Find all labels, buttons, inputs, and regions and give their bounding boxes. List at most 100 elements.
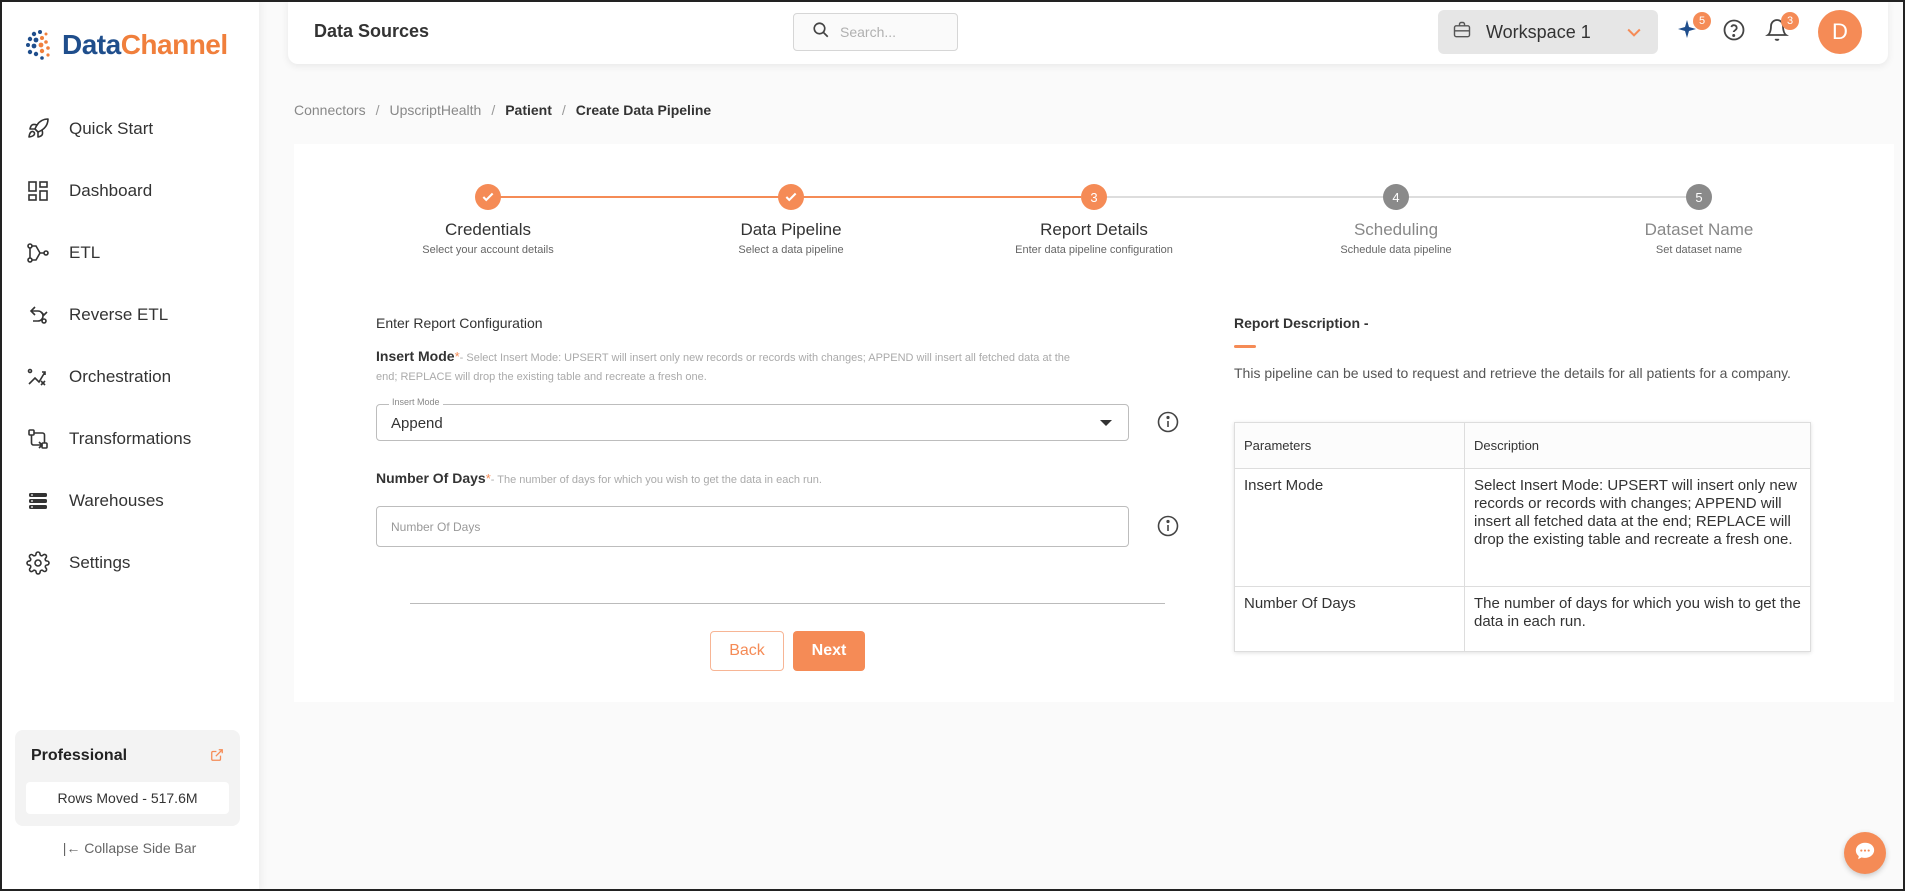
step-subtitle: Set dataset name bbox=[1655, 244, 1743, 256]
sidebar-item-transformations[interactable]: Transformations bbox=[0, 408, 259, 470]
step-title: Dataset Name bbox=[1644, 220, 1754, 239]
title-accent bbox=[1234, 345, 1256, 348]
notification-badge: 3 bbox=[1781, 12, 1799, 30]
insert-mode-float-label: Insert Mode bbox=[389, 397, 443, 407]
collapse-icon: |← bbox=[62, 840, 81, 856]
report-description-text: This pipeline can be used to request and… bbox=[1234, 365, 1791, 381]
sidebar-item-label: Settings bbox=[69, 553, 131, 572]
ai-badge: 5 bbox=[1693, 12, 1711, 30]
sidebar-item-etl[interactable]: ETL bbox=[0, 222, 259, 284]
step-title: Scheduling bbox=[1353, 220, 1439, 239]
sidebar-item-settings[interactable]: Settings bbox=[0, 532, 259, 594]
external-link-icon[interactable] bbox=[210, 748, 224, 767]
etl-icon bbox=[25, 240, 51, 266]
chat-button[interactable] bbox=[1844, 832, 1886, 874]
sidebar-item-label: ETL bbox=[69, 243, 101, 262]
table-cell: Number Of Days bbox=[1234, 586, 1465, 652]
sidebar-item-reverse-etl[interactable]: Reverse ETL bbox=[0, 284, 259, 346]
warehouses-icon bbox=[25, 488, 51, 514]
breadcrumb-separator: / bbox=[375, 102, 380, 118]
logo-mark-icon bbox=[24, 28, 58, 62]
breadcrumb: Connectors / UpscriptHealth / Patient / … bbox=[294, 102, 711, 118]
step-dataset-name: 5 Dataset Name Set dataset name bbox=[1549, 184, 1849, 256]
datachannel-logo[interactable]: DataChannel bbox=[24, 28, 228, 62]
step-number: 4 bbox=[1383, 184, 1409, 210]
step-subtitle: Enter data pipeline configuration bbox=[1015, 244, 1173, 256]
step-number: 3 bbox=[1081, 184, 1107, 210]
breadcrumb-separator: / bbox=[491, 102, 496, 118]
table-cell: The number of days for which you wish to… bbox=[1464, 586, 1811, 652]
search-box[interactable] bbox=[793, 13, 958, 51]
dashboard-icon bbox=[25, 178, 51, 204]
section-title: Enter Report Configuration bbox=[376, 315, 543, 331]
gear-icon bbox=[25, 550, 51, 576]
workspace-label: Workspace 1 bbox=[1486, 21, 1591, 42]
step-report-details[interactable]: 3 Report Details Enter data pipeline con… bbox=[944, 184, 1244, 256]
breadcrumb-connectors[interactable]: Connectors bbox=[294, 102, 366, 118]
insert-mode-select[interactable]: Insert Mode Append bbox=[376, 397, 1129, 441]
page-title: Data Sources bbox=[314, 21, 430, 41]
plan-card: Professional Rows Moved - 517.6M bbox=[15, 730, 240, 826]
step-subtitle: Select your account details bbox=[422, 244, 554, 256]
table-cell: Insert Mode bbox=[1234, 468, 1465, 587]
search-input[interactable] bbox=[840, 24, 950, 40]
rocket-icon bbox=[25, 116, 51, 142]
sidebar-item-label: Reverse ETL bbox=[69, 305, 169, 324]
number-of-days-hint: - The number of days for which you wish … bbox=[490, 474, 822, 486]
next-button[interactable]: Next bbox=[793, 631, 865, 671]
sidebar-item-label: Dashboard bbox=[69, 181, 153, 200]
collapse-sidebar-button[interactable]: |← Collapse Side Bar bbox=[0, 840, 259, 856]
rows-moved: Rows Moved - 517.6M bbox=[26, 782, 229, 814]
step-title: Report Details bbox=[1040, 220, 1148, 239]
check-icon bbox=[475, 184, 501, 210]
reverse-etl-icon bbox=[25, 302, 51, 328]
info-icon[interactable] bbox=[1156, 514, 1180, 538]
insert-mode-hint: - Select Insert Mode: UPSERT will insert… bbox=[376, 352, 1071, 383]
plan-title: Professional bbox=[31, 747, 128, 764]
sidebar-item-orchestration[interactable]: Orchestration bbox=[0, 346, 259, 408]
sidebar-item-quick-start[interactable]: Quick Start bbox=[0, 98, 259, 160]
top-header: Data Sources Workspace 1 5 3 D bbox=[288, 0, 1888, 64]
avatar[interactable]: D bbox=[1818, 10, 1862, 54]
sidebar-item-warehouses[interactable]: Warehouses bbox=[0, 470, 259, 532]
step-title: Credentials bbox=[445, 220, 531, 239]
breadcrumb-current: Create Data Pipeline bbox=[575, 102, 712, 118]
form-divider bbox=[410, 603, 1165, 604]
sidebar-item-label: Transformations bbox=[69, 429, 192, 448]
workspace-selector[interactable]: Workspace 1 bbox=[1438, 10, 1658, 54]
check-icon bbox=[778, 184, 804, 210]
sidebar-item-label: Warehouses bbox=[69, 491, 164, 510]
step-subtitle: Select a data pipeline bbox=[738, 244, 844, 256]
insert-mode-value: Append bbox=[391, 415, 443, 432]
briefcase-icon bbox=[1452, 20, 1472, 45]
step-credentials[interactable]: Credentials Select your account details bbox=[338, 184, 638, 256]
sidebar: DataChannel Quick Start Dashboard ETL Re… bbox=[0, 0, 259, 891]
help-button[interactable] bbox=[1720, 18, 1748, 46]
insert-mode-label: Insert Mode*- Select Insert Mode: UPSERT… bbox=[376, 347, 1076, 387]
ai-assistant-button[interactable]: 5 bbox=[1675, 12, 1711, 46]
report-description-title: Report Description - bbox=[1234, 315, 1369, 331]
back-button[interactable]: Back bbox=[710, 631, 784, 671]
number-of-days-label: Number Of Days*- The number of days for … bbox=[376, 469, 1076, 490]
info-icon[interactable] bbox=[1156, 410, 1180, 434]
step-subtitle: Schedule data pipeline bbox=[1340, 244, 1452, 256]
help-icon bbox=[1722, 18, 1746, 47]
sidebar-item-label: Quick Start bbox=[69, 119, 154, 138]
sidebar-item-label: Orchestration bbox=[69, 367, 172, 386]
table-header-row: Parameters Description bbox=[1234, 422, 1811, 469]
parameters-table: Parameters Description Insert Mode Selec… bbox=[1234, 422, 1811, 652]
sidebar-item-dashboard[interactable]: Dashboard bbox=[0, 160, 259, 222]
caret-down-icon bbox=[1100, 420, 1112, 426]
breadcrumb-upscripthealth[interactable]: UpscriptHealth bbox=[389, 102, 481, 118]
number-of-days-label-text: Number Of Days bbox=[376, 470, 486, 486]
step-data-pipeline[interactable]: Data Pipeline Select a data pipeline bbox=[641, 184, 941, 256]
chat-icon bbox=[1854, 840, 1876, 867]
number-of-days-input[interactable] bbox=[376, 506, 1129, 547]
step-number: 5 bbox=[1686, 184, 1712, 210]
table-header: Parameters bbox=[1234, 422, 1465, 469]
insert-mode-label-text: Insert Mode bbox=[376, 348, 455, 364]
breadcrumb-patient[interactable]: Patient bbox=[505, 102, 552, 118]
table-cell: Select Insert Mode: UPSERT will insert o… bbox=[1464, 468, 1811, 587]
chevron-down-icon bbox=[1624, 22, 1644, 47]
notifications-button[interactable]: 3 bbox=[1763, 12, 1799, 46]
